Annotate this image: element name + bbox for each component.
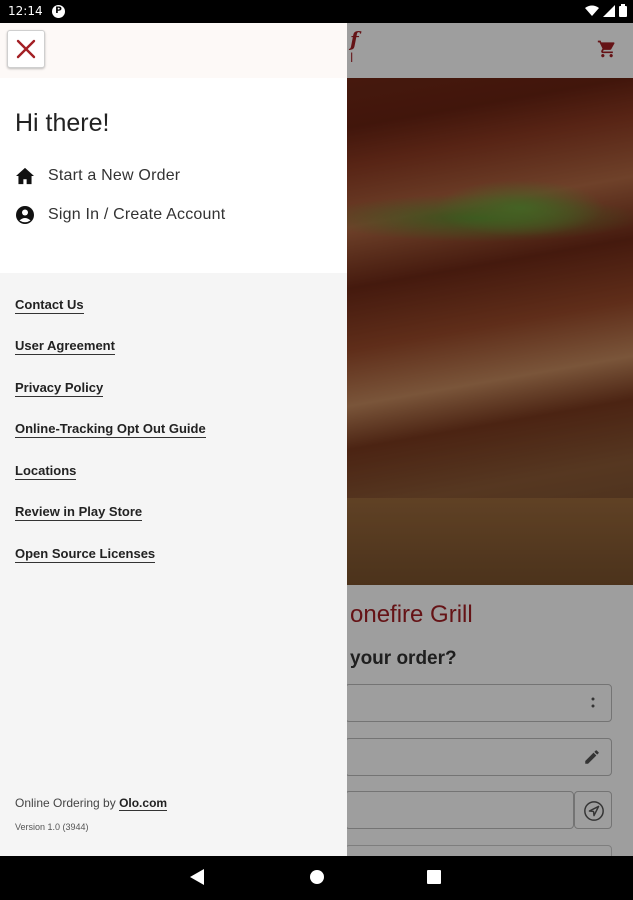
link-privacy-policy[interactable]: Privacy Policy (15, 380, 104, 397)
link-locations[interactable]: Locations (15, 463, 77, 480)
back-icon[interactable] (189, 868, 205, 886)
link-tracking-opt-out[interactable]: Online-Tracking Opt Out Guide (15, 421, 206, 438)
credit-prefix: Online Ordering by (15, 796, 120, 810)
drawer-topbar (0, 23, 347, 78)
drawer-header-section: Hi there! Start a New Order Sign In / Cr… (0, 23, 347, 273)
home-icon (15, 166, 35, 186)
account-circle-icon (15, 205, 35, 225)
status-time: 12:14 (8, 4, 43, 18)
olo-link[interactable]: Olo.com (119, 796, 168, 811)
nav-item-label: Sign In / Create Account (48, 206, 226, 223)
status-icons (585, 4, 627, 17)
link-open-source-licenses[interactable]: Open Source Licenses (15, 546, 156, 563)
navigation-drawer: Hi there! Start a New Order Sign In / Cr… (0, 23, 347, 856)
home-nav-icon[interactable] (309, 869, 325, 885)
wifi-icon (585, 5, 599, 16)
app-version: Version 1.0 (3944) (15, 822, 89, 832)
system-navigation-bar (0, 856, 633, 900)
close-icon (16, 39, 36, 59)
nav-item-label: Start a New Order (48, 167, 181, 184)
battery-icon (619, 4, 627, 17)
link-contact-us[interactable]: Contact Us (15, 297, 84, 314)
greeting-heading: Hi there! (15, 109, 110, 137)
link-review-play-store[interactable]: Review in Play Store (15, 504, 143, 521)
recents-icon[interactable] (427, 870, 441, 884)
notification-icon: P (52, 5, 65, 18)
nav-item-start-order[interactable]: Start a New Order (15, 166, 180, 186)
close-drawer-button[interactable] (7, 30, 45, 68)
nav-item-sign-in[interactable]: Sign In / Create Account (15, 205, 225, 225)
signal-icon (603, 4, 615, 17)
link-user-agreement[interactable]: User Agreement (15, 338, 115, 355)
online-ordering-credit: Online Ordering by Olo.com (15, 796, 168, 811)
status-bar: 12:14 P (0, 0, 633, 23)
